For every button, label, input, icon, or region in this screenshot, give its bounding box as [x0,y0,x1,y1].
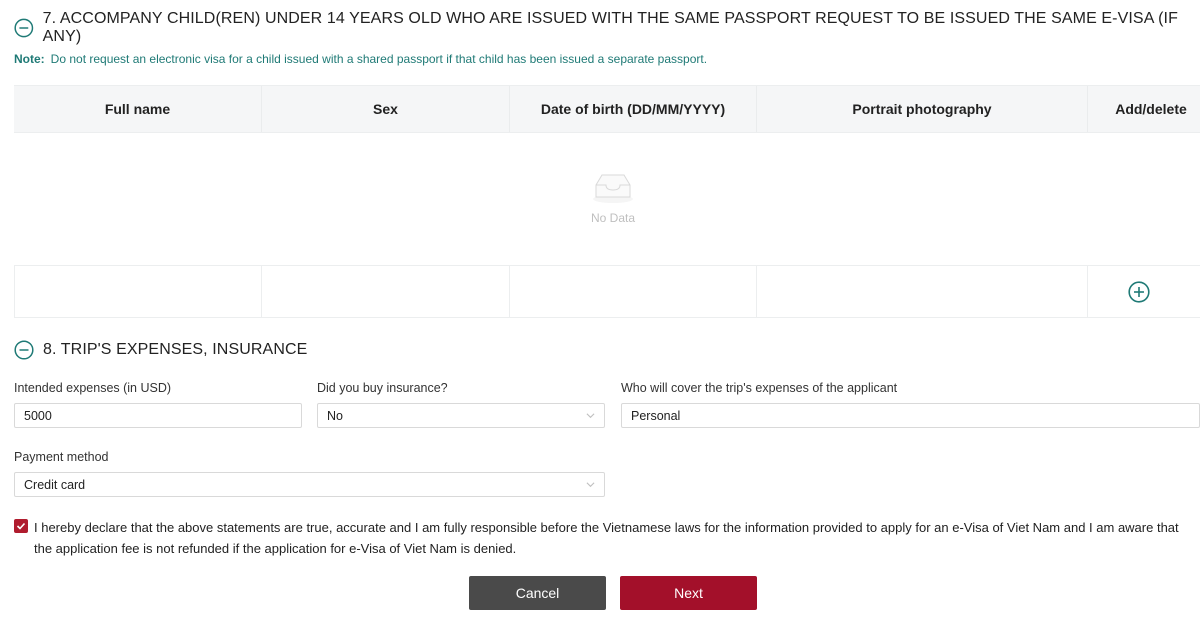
collapse-icon[interactable] [14,340,34,360]
empty-state: No Data [14,132,1200,266]
cell-full-name [14,266,262,317]
payment-method-select[interactable]: Credit card [14,472,605,497]
cell-add-delete [1088,266,1200,317]
table-header: Full name Sex Date of birth (DD/MM/YYYY)… [14,86,1200,132]
payment-method-value: Credit card [24,477,86,492]
column-header-add-delete: Add/delete [1115,101,1187,117]
cell-sex [262,266,510,317]
chevron-down-icon [586,482,595,488]
note-label: Note: [14,52,45,66]
cover-value: Personal [631,408,681,423]
note: Note: Do not request an electronic visa f… [14,52,707,66]
collapse-icon[interactable] [14,18,34,38]
cover-select[interactable]: Personal [621,403,1200,428]
column-header-portrait: Portrait photography [757,86,1088,132]
checkmark-icon [16,522,26,530]
column-header-sex: Sex [262,86,510,132]
expenses-value: 5000 [24,408,52,423]
insurance-label: Did you buy insurance? [317,381,448,395]
empty-inbox-icon [593,174,633,203]
note-text: Do not request an electronic visa for a … [50,52,708,66]
expenses-input[interactable]: 5000 [14,403,302,428]
section-7-title: 7. ACCOMPANY CHILD(REN) UNDER 14 YEARS O… [42,10,1178,45]
no-data-text: No Data [590,211,636,225]
section-7-header[interactable]: 7. ACCOMPANY CHILD(REN) UNDER 14 YEARS O… [14,10,1200,46]
declaration: I hereby declare that the above statemen… [14,517,1194,559]
chevron-down-icon [586,413,595,419]
insurance-select[interactable]: No [317,403,605,428]
expenses-label: Intended expenses (in USD) [14,381,172,395]
declaration-text: I hereby declare that the above statemen… [34,520,1179,556]
section-8-title: 8. TRIP'S EXPENSES, INSURANCE [43,341,308,358]
cell-portrait [757,266,1088,317]
cell-date-of-birth [510,266,757,317]
declaration-checkbox[interactable] [14,519,28,533]
table-row [14,266,1200,318]
section-8-header[interactable]: 8. TRIP'S EXPENSES, INSURANCE [14,340,307,360]
next-button[interactable]: Next [620,576,757,610]
cancel-button[interactable]: Cancel [469,576,606,610]
cover-label: Who will cover the trip's expenses of th… [621,381,898,395]
add-row-button[interactable] [1127,280,1151,304]
payment-method-label: Payment method [14,450,109,464]
insurance-value: No [327,408,343,423]
column-header-date-of-birth: Date of birth (DD/MM/YYYY) [510,86,757,132]
column-header-full-name: Full name [14,86,262,132]
children-table: Full name Sex Date of birth (DD/MM/YYYY)… [14,85,1200,318]
